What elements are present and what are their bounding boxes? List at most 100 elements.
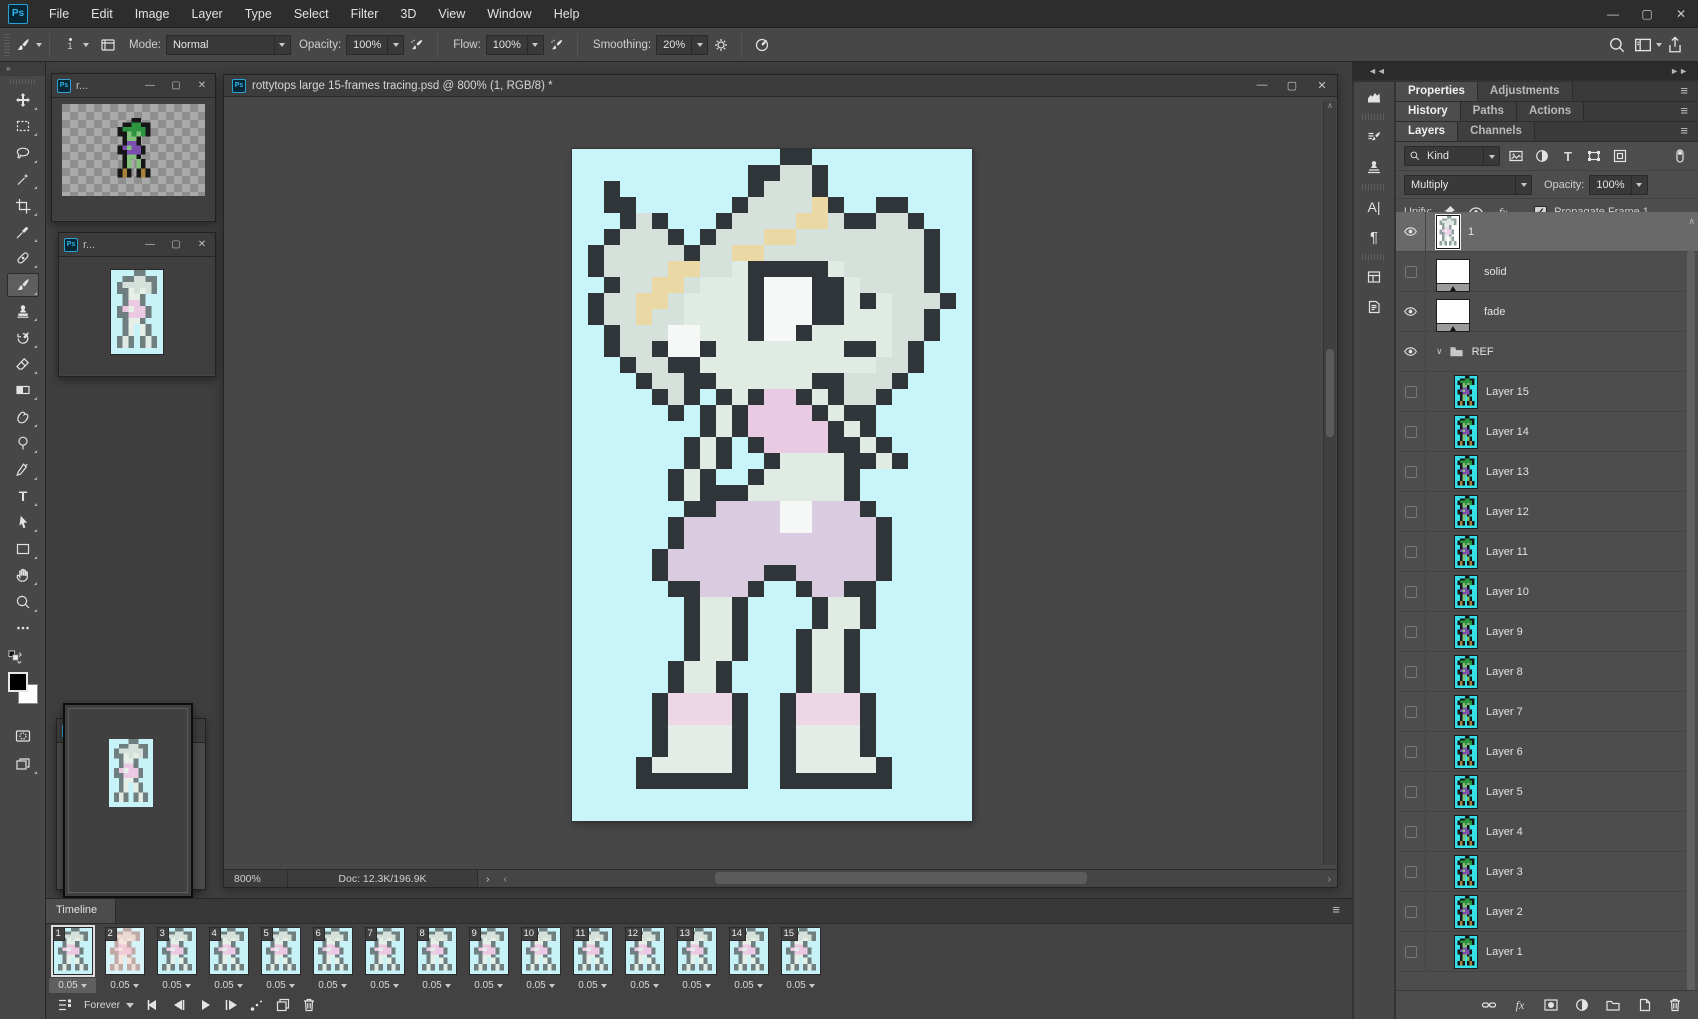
tool-brush[interactable] (7, 273, 39, 297)
default-colors-icon[interactable] (8, 650, 23, 665)
layer-thumbnail[interactable] (1454, 935, 1478, 969)
layer-row-layer-3[interactable]: Layer 3 (1396, 852, 1698, 892)
filtering-toggle-icon[interactable] (1670, 147, 1690, 165)
panel-menu-icon[interactable]: ≡ (1670, 122, 1698, 141)
layer-effects-icon[interactable]: fx (1509, 995, 1531, 1015)
frame-delay-select[interactable]: 0.05 (101, 978, 148, 993)
layer-row-1[interactable]: 1 (1396, 212, 1698, 252)
timeline-frame-7[interactable]: 70.05 (361, 927, 408, 991)
tool-rectangle[interactable] (7, 537, 39, 561)
layer-row-layer-7[interactable]: Layer 7 (1396, 692, 1698, 732)
tool-type[interactable]: T (7, 484, 39, 508)
menu-select[interactable]: Select (283, 0, 340, 28)
menu-edit[interactable]: Edit (80, 0, 124, 28)
frame-thumbnail[interactable]: 8 (417, 927, 457, 975)
canvas[interactable] (572, 149, 972, 821)
frame-delay-select[interactable]: 0.05 (205, 978, 252, 993)
layer-visibility-checkbox[interactable] (1396, 612, 1426, 651)
airbrush-pressure-opacity-icon[interactable] (404, 32, 430, 58)
smoothing-select[interactable]: 20% (656, 35, 708, 55)
layer-opacity-select[interactable]: 100% (1589, 175, 1647, 195)
layer-visibility-eye-icon[interactable] (1396, 332, 1426, 371)
share-icon[interactable] (1662, 32, 1688, 58)
layer-visibility-checkbox[interactable] (1396, 692, 1426, 731)
loop-count-select[interactable]: Forever (78, 998, 140, 1012)
floating-document-window-2[interactable]: Ps r... — ▢ ✕ (58, 232, 216, 377)
layer-row-layer-12[interactable]: Layer 12 (1396, 492, 1698, 532)
scroll-right-icon[interactable]: › (1322, 873, 1338, 885)
layer-row-solid[interactable]: solid (1396, 252, 1698, 292)
menu-help[interactable]: Help (543, 0, 591, 28)
tool-smudge[interactable] (7, 405, 39, 429)
frame-delay-select[interactable]: 0.05 (569, 978, 616, 993)
frame-delay-select[interactable]: 0.05 (153, 978, 200, 993)
layer-thumbnail[interactable] (1454, 455, 1478, 489)
menu-window[interactable]: Window (476, 0, 542, 28)
layer-row-layer-10[interactable]: Layer 10 (1396, 572, 1698, 612)
maximize-window-button[interactable]: ▢ (1630, 0, 1664, 27)
close-window-button[interactable]: ✕ (1664, 0, 1698, 27)
layer-thumbnail[interactable] (1454, 615, 1478, 649)
frame-thumbnail[interactable]: 4 (209, 927, 249, 975)
frame-delay-select[interactable]: 0.05 (257, 978, 304, 993)
layer-row-layer-8[interactable]: Layer 8 (1396, 652, 1698, 692)
layer-thumbnail[interactable] (1454, 495, 1478, 529)
menu-view[interactable]: View (427, 0, 476, 28)
frame-thumbnail[interactable]: 15 (781, 927, 821, 975)
frame-delay-select[interactable]: 0.05 (777, 978, 824, 993)
layer-thumbnail[interactable] (1454, 575, 1478, 609)
brush-size-preview[interactable]: 1 (57, 32, 83, 58)
minimize-icon[interactable]: — (137, 80, 163, 91)
timeline-frame-5[interactable]: 50.05 (257, 927, 304, 991)
timeline-frame-10[interactable]: 100.05 (517, 927, 564, 991)
libraries-panel-icon[interactable] (1354, 262, 1394, 292)
tool-gradient[interactable] (7, 378, 39, 402)
character-panel-icon[interactable]: A| (1354, 192, 1394, 222)
filter-pixel-layers-icon[interactable] (1506, 147, 1526, 165)
scroll-up-icon[interactable]: ∧ (1324, 101, 1336, 115)
tab-properties[interactable]: Properties (1396, 82, 1478, 101)
frame-thumbnail[interactable]: 14 (729, 927, 769, 975)
layer-visibility-checkbox[interactable] (1396, 812, 1426, 851)
frame-thumbnail[interactable]: 10 (521, 927, 561, 975)
document-titlebar[interactable]: Ps rottytops large 15-frames tracing.psd… (224, 75, 1337, 97)
brush-pressure-size-icon[interactable] (749, 32, 775, 58)
flow-select[interactable]: 100% (486, 35, 544, 55)
layer-visibility-checkbox[interactable] (1396, 532, 1426, 571)
minimize-icon[interactable]: — (137, 239, 163, 250)
tool-history-brush[interactable] (7, 326, 39, 350)
frame-thumbnail[interactable]: 2 (105, 927, 145, 975)
next-frame-button[interactable] (218, 995, 244, 1015)
frame-thumbnail[interactable]: 12 (625, 927, 665, 975)
tab-channels[interactable]: Channels (1458, 122, 1535, 141)
tab-timeline[interactable]: Timeline (46, 899, 116, 923)
tab-layers[interactable]: Layers (1396, 122, 1458, 141)
layer-thumbnail[interactable] (1436, 215, 1460, 249)
tool-lasso[interactable] (7, 141, 39, 165)
new-adjustment-layer-icon[interactable] (1571, 995, 1593, 1015)
floating-document-window-1[interactable]: Ps r... — ▢ ✕ (51, 73, 216, 222)
foreground-color-swatch[interactable] (8, 672, 28, 692)
new-group-icon[interactable] (1602, 995, 1624, 1015)
workspace-panel-icon[interactable] (1630, 32, 1656, 58)
scroll-up-icon[interactable]: ∧ (1688, 216, 1695, 227)
menu-3d[interactable]: 3D (389, 0, 427, 28)
menu-layer[interactable]: Layer (180, 0, 233, 28)
timeline-frame-8[interactable]: 80.05 (413, 927, 460, 991)
timeline-frame-15[interactable]: 150.05 (777, 927, 824, 991)
maximize-icon[interactable]: ▢ (1277, 79, 1307, 92)
layer-row-layer-11[interactable]: Layer 11 (1396, 532, 1698, 572)
frame-thumbnail[interactable]: 13 (677, 927, 717, 975)
frame-delay-select[interactable]: 0.05 (621, 978, 668, 993)
tool-crop[interactable] (7, 194, 39, 218)
add-layer-mask-icon[interactable] (1540, 995, 1562, 1015)
toggle-brush-panel-icon[interactable] (95, 32, 121, 58)
airbrush-icon[interactable] (544, 32, 570, 58)
maximize-icon[interactable]: ▢ (163, 239, 189, 250)
quick-mask-icon[interactable] (7, 724, 39, 748)
maximize-icon[interactable]: ▢ (163, 80, 189, 91)
tool-clone-stamp[interactable] (7, 299, 39, 323)
tool-eyedropper[interactable] (7, 220, 39, 244)
tool-quick-selection[interactable] (7, 167, 39, 191)
convert-to-video-timeline-icon[interactable] (52, 995, 78, 1015)
